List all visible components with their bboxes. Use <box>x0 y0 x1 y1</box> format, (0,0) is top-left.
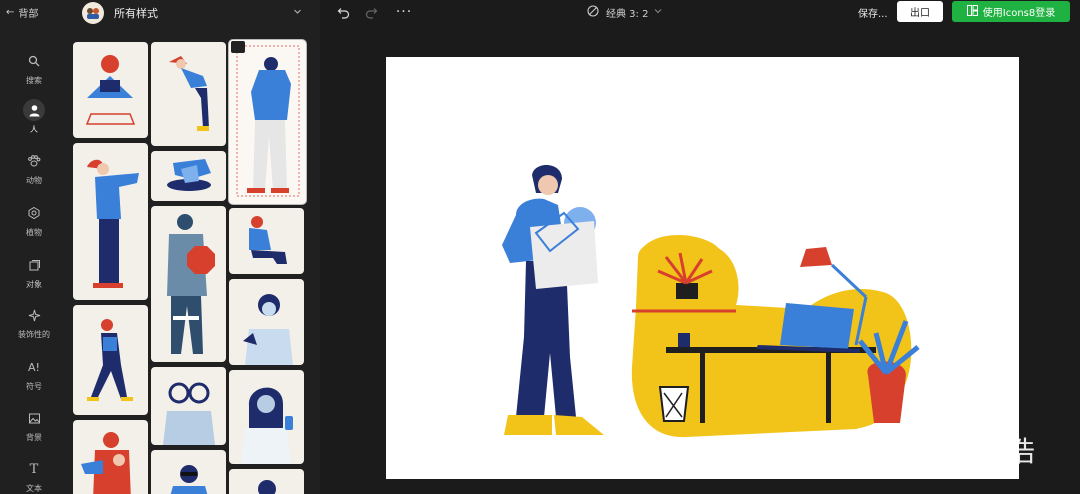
illustration-thumb[interactable] <box>73 305 148 415</box>
search-icon <box>23 50 45 72</box>
mug <box>678 333 690 347</box>
plant-pot <box>676 283 698 299</box>
illustration-thumb[interactable] <box>229 469 304 494</box>
left-rail: ← 背部 搜索 人 动物 植物 对象 装饰性的 A! 符号 背景 T 文本 <box>0 0 68 494</box>
icons8-login-button[interactable]: 使用Icons8登录 <box>952 1 1070 22</box>
canvas-illustration <box>502 164 920 438</box>
chevron-down-icon <box>293 6 302 19</box>
redo-icon[interactable] <box>362 3 380 21</box>
rail-item-animals[interactable]: 动物 <box>0 150 68 186</box>
illustration-thumb[interactable] <box>73 420 148 494</box>
style-label: 所有样式 <box>114 7 158 20</box>
rail-item-plants[interactable]: 植物 <box>0 202 68 238</box>
design-canvas[interactable] <box>386 57 1019 479</box>
image-icon <box>23 407 45 429</box>
style-selector[interactable]: 所有样式 <box>68 0 320 26</box>
arrow-left-icon: ← <box>6 6 15 18</box>
person-icon <box>23 99 45 121</box>
illustration-thumb[interactable] <box>73 42 148 138</box>
flower-icon <box>23 202 45 224</box>
rail-item-decorative[interactable]: 装饰性的 <box>0 304 68 340</box>
sparkle-icon <box>23 304 45 326</box>
illustration-thumb-selected[interactable] <box>229 40 306 204</box>
rail-item-backgrounds[interactable]: 背景 <box>0 407 68 443</box>
illustration-thumb[interactable] <box>229 279 304 365</box>
illustration-thumb[interactable] <box>229 208 304 274</box>
top-toolbar: ··· 经典 3: 2 保存... 出口 使用Icons8登录 <box>320 0 1080 24</box>
illustration-thumb[interactable] <box>151 367 226 445</box>
text-icon: T <box>29 461 39 477</box>
paw-icon <box>23 150 45 172</box>
illustration-thumb[interactable] <box>73 143 148 300</box>
saving-status: 保存... <box>858 9 888 20</box>
object-icon <box>23 254 45 276</box>
image-badge-icon <box>231 41 245 53</box>
illustration-thumb[interactable] <box>151 42 226 146</box>
export-button[interactable]: 出口 <box>897 1 943 22</box>
undo-icon[interactable] <box>334 3 352 21</box>
rail-item-search[interactable]: 搜索 <box>0 50 68 86</box>
rail-item-people[interactable]: 人 <box>0 99 68 135</box>
aspect-ratio-selector[interactable]: 经典 3: 2 <box>586 3 662 21</box>
illustration-thumb[interactable] <box>151 206 226 362</box>
login-label: 使用Icons8登录 <box>982 8 1056 19</box>
symbol-icon: A! <box>28 360 40 374</box>
app-window: ← 背部 搜索 人 动物 植物 对象 装饰性的 A! 符号 背景 T 文本 所有… <box>0 0 1080 494</box>
rail-item-symbols[interactable]: A! 符号 <box>0 356 68 392</box>
desk-lamp <box>800 247 832 267</box>
style-avatar-icon <box>82 2 104 24</box>
watermark-text: 知乎 @李天浩 <box>852 435 1036 468</box>
back-button[interactable]: ← 背部 <box>6 4 38 20</box>
chevron-down-icon <box>654 7 662 18</box>
rail-item-text[interactable]: T 文本 <box>0 458 68 494</box>
more-options-icon[interactable]: ··· <box>395 3 413 21</box>
aspect-ratio-icon <box>586 4 600 21</box>
icons8-logo-icon <box>966 4 978 19</box>
illustration-thumb[interactable] <box>151 450 226 494</box>
back-label: 背部 <box>18 8 39 20</box>
rail-item-objects[interactable]: 对象 <box>0 254 68 290</box>
aspect-ratio-label: 经典 3: 2 <box>606 8 649 20</box>
illustration-thumb[interactable] <box>229 370 304 464</box>
laptop <box>780 303 854 349</box>
illustration-thumb[interactable] <box>151 151 226 201</box>
illustration-panel: 所有样式 <box>68 0 320 494</box>
